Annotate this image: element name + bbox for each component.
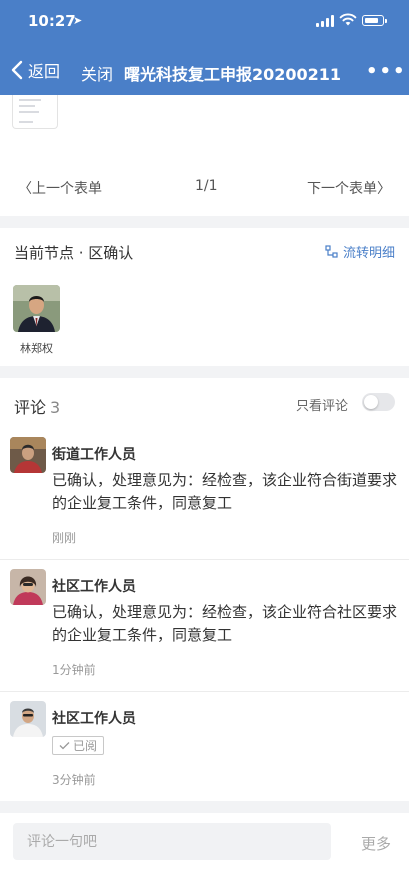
form-document-thumbnail[interactable] [12, 95, 58, 129]
assignee-avatar[interactable] [13, 285, 60, 332]
comment-item: 社区工作人员 已阅 3分钟前 [0, 701, 409, 791]
page-indicator: 1/1 [195, 178, 218, 194]
current-node-card: 当前节点 · 区确认 流转明细 林郑权 [0, 228, 409, 366]
status-bar: 10:27 ➤ [0, 0, 409, 45]
divider [0, 691, 409, 692]
next-form-button[interactable]: 下一个表单〉 [307, 178, 391, 198]
location-arrow-icon: ➤ [73, 14, 83, 27]
comment-input[interactable] [13, 823, 331, 860]
current-node-title: 当前节点 · 区确认 [14, 244, 134, 262]
chevron-left-icon [11, 60, 23, 80]
close-button[interactable]: 关闭 [81, 61, 113, 85]
flow-icon [325, 245, 338, 258]
wifi-icon [339, 13, 357, 26]
flow-detail-link[interactable]: 流转明细 [325, 242, 395, 261]
comment-time: 3分钟前 [52, 773, 96, 787]
chevron-left-icon: 〈 [18, 181, 32, 197]
comment-avatar [10, 437, 46, 473]
back-button[interactable]: 返回 [10, 59, 60, 81]
only-comments-toggle[interactable] [362, 393, 395, 411]
comment-avatar [10, 701, 46, 737]
nav-bar: 返回 关闭 曙光科技复工申报20200211 ••• [0, 45, 409, 95]
assignee-name: 林郑权 [20, 342, 53, 355]
cellular-signal-icon [316, 15, 334, 27]
comment-count: 3 [50, 398, 61, 417]
comment-time: 1分钟前 [52, 663, 96, 677]
comment-item: 社区工作人员 已确认，处理意见为：经检查，该企业符合社区要求的企业复工条件，同意… [0, 569, 409, 690]
comments-header: 评论 3 [14, 394, 60, 418]
battery-icon [362, 15, 387, 26]
prev-form-button[interactable]: 〈上一个表单 [18, 178, 102, 198]
comment-author: 社区工作人员 [52, 711, 136, 727]
read-status-badge: 已阅 [52, 736, 105, 755]
comment-text: 已确认，处理意见为：经检查，该企业符合社区要求的企业复工条件，同意复工 [52, 603, 398, 644]
form-pager: 〈上一个表单 1/1 下一个表单〉 [0, 175, 409, 199]
comment-author: 社区工作人员 [52, 579, 136, 595]
comment-text: 已确认，处理意见为：经检查，该企业符合街道要求的企业复工条件，同意复工 [52, 471, 398, 512]
comment-item: 街道工作人员 已确认，处理意见为：经检查，该企业符合街道要求的企业复工条件，同意… [0, 437, 409, 558]
comments-label: 评论 [14, 398, 47, 417]
divider [0, 559, 409, 560]
comment-author: 街道工作人员 [52, 447, 136, 463]
comments-card: 评论 3 只看评论 街道工作人员 已确认，处理意见为：经检查，该企业符合街道要求的… [0, 378, 409, 801]
comment-avatar [10, 569, 46, 605]
chevron-right-icon: 〉 [377, 181, 391, 197]
page-title: 曙光科技复工申报20200211 [124, 65, 342, 84]
only-comments-label: 只看评论 [296, 399, 349, 414]
back-label: 返回 [28, 62, 61, 81]
more-options-icon[interactable]: ••• [366, 61, 407, 82]
check-icon [59, 742, 70, 750]
form-card: 〈上一个表单 1/1 下一个表单〉 [0, 95, 409, 216]
more-button[interactable]: 更多 [361, 833, 391, 854]
comment-time: 刚刚 [52, 531, 77, 545]
comment-bar: 更多 [0, 813, 409, 886]
status-time: 10:27 [28, 12, 76, 30]
